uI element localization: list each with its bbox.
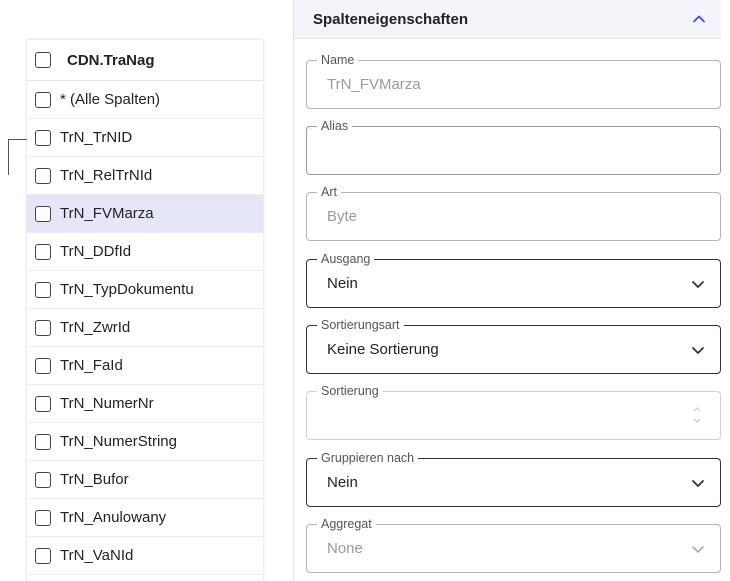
chevron-down-icon [692,546,704,553]
column-checkbox[interactable] [35,91,51,108]
column-row[interactable]: TrN_ZwrId [27,309,263,347]
art-value: Byte [327,208,358,225]
column-label: TrN_Bufor [60,471,129,488]
aggregat-label: Aggregat [317,517,376,531]
column-label: TrN_FVMarza [60,205,154,222]
column-checkbox[interactable] [35,205,51,222]
column-checkbox[interactable] [35,243,51,260]
sortierung-label: Sortierung [317,384,383,398]
ausgang-label: Ausgang [317,252,375,266]
column-checkbox[interactable] [35,433,51,450]
art-field[interactable]: Art Byte [306,185,721,241]
column-row[interactable]: TrN_Anulowany [27,499,263,537]
query-designer: CDN.TraNag * (Alle Spalten) TrN_TrNID TrN_… [0,0,730,581]
column-row[interactable]: TrN_VaNId [27,537,263,575]
chevron-up-icon [693,15,705,23]
column-properties-panel: Spalteneigenschaften Name TrN_FVMarza Al… [293,0,721,581]
column-checkbox[interactable] [35,547,51,564]
column-label: TrN_TrNID [60,129,133,146]
column-row[interactable]: TrN_Bufor [27,461,263,499]
column-checkbox[interactable] [35,129,51,146]
gruppieren-label: Gruppieren nach [317,451,419,465]
sortierungsart-value: Keine Sortierung [327,341,439,358]
sortierungsart-select[interactable]: Sortierungsart Keine Sortierung [306,318,721,374]
column-label: TrN_FaId [60,357,123,374]
column-checkbox[interactable] [35,167,51,184]
table-header[interactable]: CDN.TraNag [27,40,263,81]
number-spinner-icon[interactable] [692,402,702,428]
art-label: Art [317,185,341,199]
ausgang-value: Nein [327,275,358,292]
column-row[interactable]: TrN_NumerNr [27,385,263,423]
name-label: Name [317,53,359,67]
column-list: * (Alle Spalten) TrN_TrNID TrN_RelTrNId TrN… [27,81,263,575]
column-row[interactable]: TrN_RelTrNId [27,157,263,195]
column-label: * (Alle Spalten) [60,91,161,108]
column-label: TrN_ZwrId [60,319,131,336]
column-row[interactable]: TrN_TypDokumentu [27,271,263,309]
name-field[interactable]: Name TrN_FVMarza [306,53,721,109]
column-checkbox[interactable] [35,395,51,412]
panel-header[interactable]: Spalteneigenschaften [294,0,721,39]
column-checkbox[interactable] [35,471,51,488]
table-select-all-checkbox[interactable] [35,52,51,68]
column-checkbox[interactable] [35,319,51,336]
column-label: TrN_NumerNr [60,395,154,412]
name-value: TrN_FVMarza [327,76,421,93]
collapse-button[interactable] [689,9,709,29]
aggregat-value: None [327,540,363,557]
ausgang-select[interactable]: Ausgang Nein [306,252,721,308]
column-label: TrN_DDfId [60,243,132,260]
column-checkbox[interactable] [35,281,51,298]
column-label: TrN_Anulowany [60,509,167,526]
column-label: TrN_TypDokumentu [60,281,194,298]
column-label: TrN_RelTrNId [60,167,153,184]
column-row[interactable]: TrN_TrNID [27,119,263,157]
sortierung-field[interactable]: Sortierung [306,384,721,440]
table-card: CDN.TraNag * (Alle Spalten) TrN_TrNID TrN_… [27,40,263,581]
column-row[interactable]: TrN_FVMarza [27,195,263,233]
column-label: TrN_VaNId [60,547,134,564]
column-checkbox[interactable] [35,357,51,374]
alias-input[interactable] [307,127,720,174]
gruppieren-select[interactable]: Gruppieren nach Nein [306,451,721,507]
column-row[interactable]: TrN_NumerString [27,423,263,461]
chevron-down-icon [692,480,704,487]
chevron-down-icon [692,347,704,354]
column-row[interactable]: TrN_DDfId [27,233,263,271]
table-name: CDN.TraNag [67,51,155,69]
column-label: TrN_NumerString [60,433,177,450]
aggregat-select[interactable]: Aggregat None [306,517,721,573]
panel-title: Spalteneigenschaften [313,10,469,28]
gruppieren-value: Nein [327,474,358,491]
alias-field[interactable]: Alias [306,119,721,175]
sortierungsart-label: Sortierungsart [317,318,404,332]
column-checkbox[interactable] [35,509,51,526]
chevron-down-icon [692,281,704,288]
column-row[interactable]: * (Alle Spalten) [27,81,263,119]
column-row[interactable]: TrN_FaId [27,347,263,385]
